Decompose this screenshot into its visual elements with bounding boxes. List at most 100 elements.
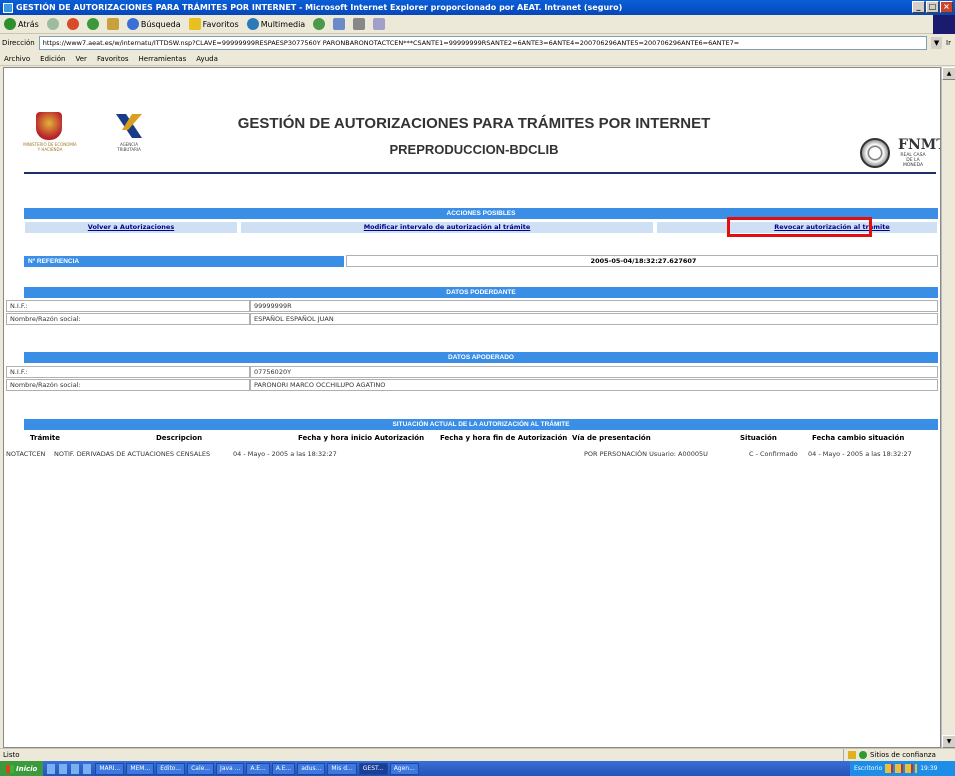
poderdante-nombre-value: ESPAÑOL ESPAÑOL JUAN — [250, 313, 938, 325]
page-title: GESTIÓN DE AUTORIZACIONES PARA TRÁMITES … — [237, 115, 711, 132]
maximize-button[interactable]: □ — [926, 1, 939, 13]
system-tray: Escritorio 19:39 — [850, 761, 955, 776]
quicklaunch-icons[interactable] — [47, 763, 94, 774]
menu-herramientas[interactable]: Herramientas — [139, 55, 187, 63]
volver-link[interactable]: Volver a Autorizaciones — [88, 223, 174, 231]
mail-button[interactable] — [333, 18, 346, 30]
taskbar-item-active[interactable]: GEST... — [358, 762, 388, 775]
seal-logo-icon — [860, 138, 890, 168]
menu-edicion[interactable]: Edición — [40, 55, 65, 63]
taskbar-item[interactable]: Edito... — [156, 762, 186, 775]
apoderado-nif-label: N.I.F.: — [6, 366, 250, 378]
cell-descripcion: NOTIF. DERIVADAS DE ACTUACIONES CENSALES — [54, 450, 211, 458]
cell-inicio: 04 - Mayo - 2005 a las 18:32:27 — [233, 450, 337, 458]
taskbar-item[interactable]: A.E... — [271, 762, 296, 775]
history-button[interactable] — [313, 18, 326, 30]
desktop-toolbar-label[interactable]: Escritorio — [854, 765, 882, 772]
browser-toolbar: Atrás Búsqueda Favoritos Multimedia — [0, 15, 955, 34]
menu-favoritos[interactable]: Favoritos — [97, 55, 129, 63]
taskbar: Inicio MARI... MEM... Edito... Cale... J… — [0, 761, 955, 776]
print-button[interactable] — [353, 18, 366, 30]
menu-ayuda[interactable]: Ayuda — [196, 55, 218, 63]
address-bar: Dirección https://www7.aeat.es/w/interna… — [0, 34, 955, 52]
col-descripcion: Descripcion — [156, 434, 203, 442]
refresh-button[interactable] — [86, 18, 99, 30]
referencia-label: Nº REFERENCIA — [24, 256, 344, 267]
stop-button[interactable] — [66, 18, 79, 30]
window-titlebar[interactable]: GESTIÓN DE AUTORIZACIONES PARA TRÁMITES … — [0, 0, 955, 15]
forward-button[interactable] — [46, 18, 59, 30]
search-button[interactable]: Búsqueda — [126, 18, 181, 30]
poderdante-nif-label: N.I.F.: — [6, 300, 250, 312]
status-bar: Listo Sitios de confianza — [0, 748, 955, 761]
cell-via: POR PERSONACIÓN Usuario: A00005U — [584, 450, 708, 458]
situacion-header: SITUACIÓN ACTUAL DE LA AUTORIZACIÓN AL T… — [24, 419, 938, 430]
taskbar-item[interactable]: MARI... — [95, 762, 125, 775]
poderdante-header: DATOS PODERDANTE — [24, 287, 938, 298]
taskbar-item[interactable]: Agen... — [389, 762, 419, 775]
close-button[interactable]: × — [940, 1, 953, 13]
security-zone: Sitios de confianza — [843, 749, 953, 761]
address-dropdown-button[interactable]: ▼ — [931, 37, 943, 49]
minimize-button[interactable]: _ — [912, 1, 925, 13]
trusted-check-icon — [859, 751, 867, 759]
modificar-link[interactable]: Modificar intervalo de autorización al t… — [364, 223, 531, 231]
highlight-box — [727, 217, 872, 237]
back-button[interactable]: Atrás — [4, 18, 39, 30]
start-button[interactable]: Inicio — [0, 761, 44, 776]
apoderado-header: DATOS APODERADO — [24, 352, 938, 363]
ministry-logo: MINISTERIO DE ECONOMÍA Y HACIENDA — [22, 112, 78, 162]
address-input[interactable]: https://www7.aeat.es/w/internatu/ITTDSW.… — [38, 36, 928, 50]
refresh-icon — [86, 18, 99, 30]
taskbar-item[interactable]: adus... — [297, 762, 326, 775]
mail-icon — [333, 18, 346, 30]
history-icon — [313, 18, 326, 30]
stop-icon — [66, 18, 79, 30]
home-button[interactable] — [106, 18, 119, 30]
scroll-down-icon[interactable]: ▼ — [942, 735, 955, 748]
taskbar-item[interactable]: MEM... — [126, 762, 155, 775]
vertical-scrollbar[interactable]: ▲ ▼ — [941, 67, 955, 748]
col-fecha-cambio: Fecha cambio situación — [812, 434, 905, 442]
col-situacion: Situación — [740, 434, 777, 442]
multimedia-button[interactable]: Multimedia — [246, 18, 305, 30]
menu-archivo[interactable]: Archivo — [4, 55, 30, 63]
cell-tramite: NOTACTCEN — [6, 450, 46, 458]
menu-bar: Archivo Edición Ver Favoritos Herramient… — [0, 52, 955, 66]
tray-icons[interactable] — [885, 764, 918, 773]
print-icon — [353, 18, 366, 30]
cell-situacion: C - Confirmado — [749, 450, 798, 458]
referencia-value: 2005-05-04/18:32:27.627607 — [346, 255, 938, 267]
edit-button[interactable] — [373, 18, 386, 30]
header-divider — [24, 172, 936, 174]
status-text: Listo — [3, 751, 20, 759]
taskbar-item[interactable]: Cale... — [187, 762, 215, 775]
taskbar-item[interactable]: Mis d... — [327, 762, 357, 775]
search-icon — [126, 18, 139, 30]
lock-icon — [848, 751, 856, 759]
taskbar-item[interactable]: A.E... — [246, 762, 270, 775]
star-icon — [188, 18, 201, 30]
favorites-button[interactable]: Favoritos — [188, 18, 239, 30]
window-title: GESTIÓN DE AUTORIZACIONES PARA TRÁMITES … — [16, 3, 623, 12]
multimedia-icon — [246, 18, 259, 30]
col-tramite: Trámite — [30, 434, 60, 442]
forward-arrow-icon — [46, 18, 59, 30]
edit-icon — [373, 18, 386, 30]
poderdante-nombre-label: Nombre/Razón social: — [6, 313, 250, 325]
back-arrow-icon — [4, 18, 16, 30]
ie-app-icon — [3, 2, 13, 13]
spain-crest-icon — [36, 112, 62, 140]
scroll-up-icon[interactable]: ▲ — [942, 67, 955, 80]
page-subtitle: PREPRODUCCION-BDCLIB — [389, 142, 559, 157]
go-button[interactable]: Ir — [946, 39, 951, 47]
page-header: MINISTERIO DE ECONOMÍA Y HACIENDA AGENCI… — [4, 68, 940, 168]
menu-ver[interactable]: Ver — [76, 55, 87, 63]
agency-logo: AGENCIA TRIBUTARIA — [108, 112, 150, 162]
taskbar-item[interactable]: Java ... — [216, 762, 245, 775]
windows-flag-icon — [6, 764, 14, 773]
col-fin: Fecha y hora fin de Autorización — [440, 434, 568, 442]
col-via: Vía de presentación — [572, 434, 651, 442]
apoderado-nif-value: 07756020Y — [250, 366, 938, 378]
col-inicio: Fecha y hora inicio Autorización — [298, 434, 425, 442]
